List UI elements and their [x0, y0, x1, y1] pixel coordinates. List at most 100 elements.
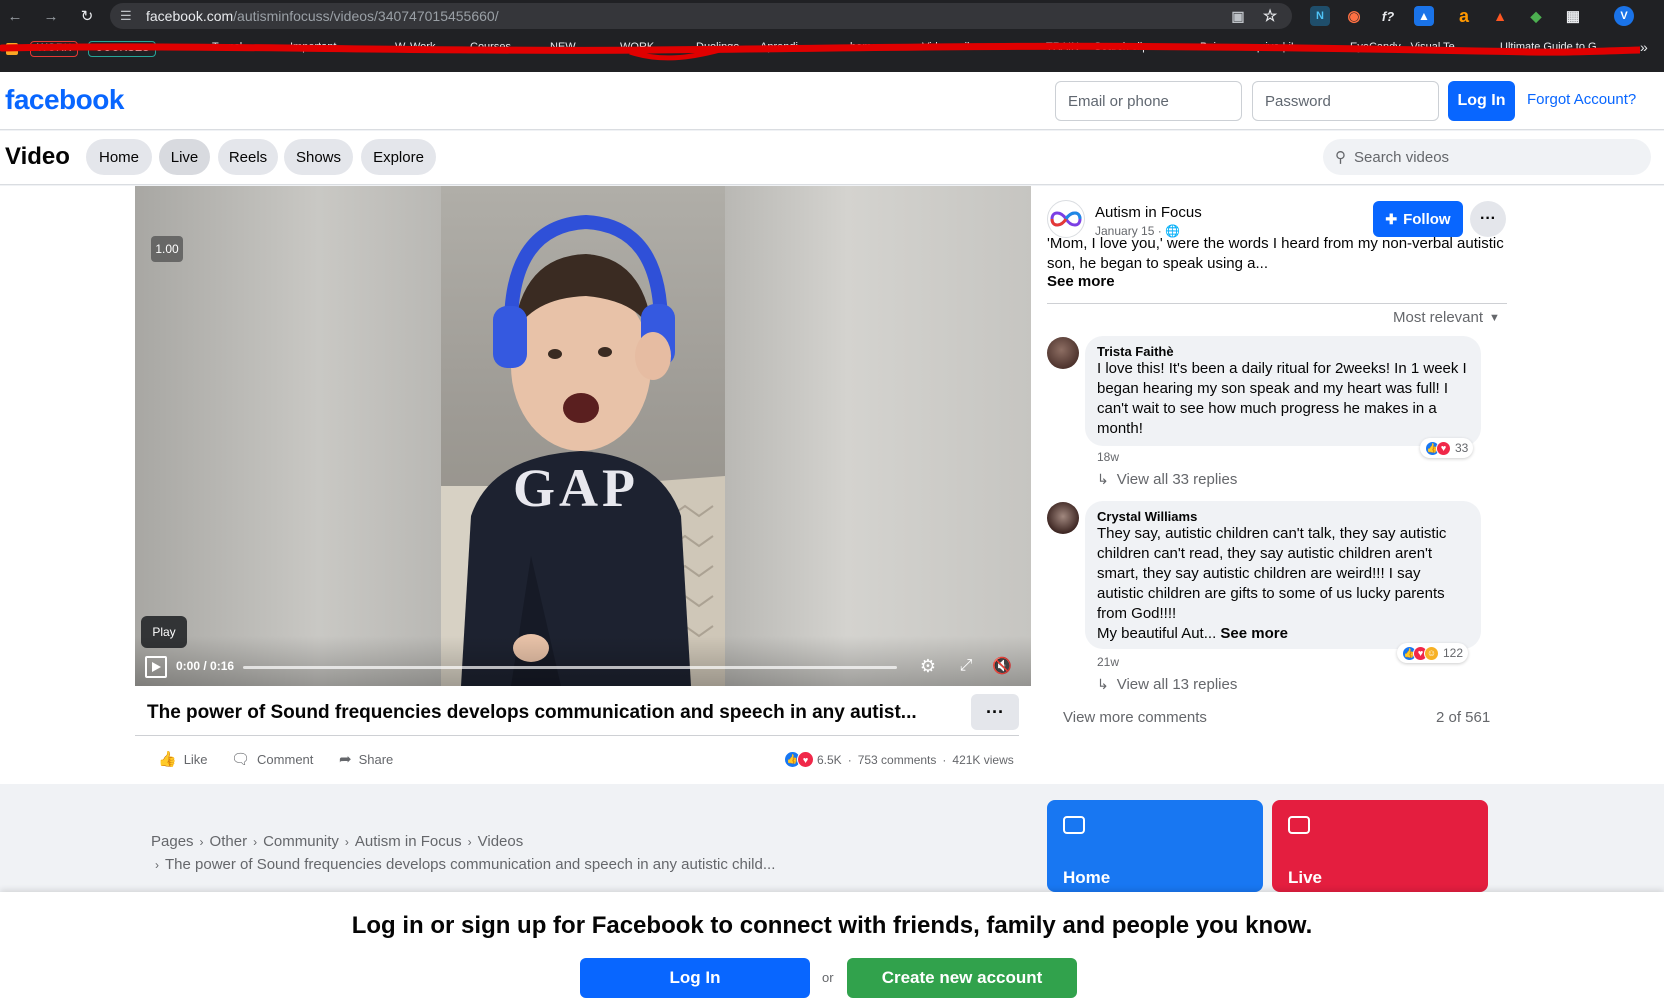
play-icon	[152, 662, 161, 672]
comment-text: They say, autistic children can't talk, …	[1097, 525, 1447, 622]
password-field[interactable]: Password	[1252, 81, 1439, 121]
like-button[interactable]: 👍 Like	[158, 750, 208, 768]
bookmarks-overflow-icon[interactable]: »	[1640, 39, 1648, 55]
commenter-avatar[interactable]	[1047, 502, 1079, 534]
settings-gear-icon[interactable]: ⚙	[917, 655, 939, 677]
fullscreen-icon[interactable]: ⤢	[955, 655, 977, 677]
comment-text: I love this! It's been a daily ritual fo…	[1097, 360, 1467, 437]
tab-reels[interactable]: Reels	[218, 139, 278, 175]
breadcrumb-chevron-icon: ›	[253, 835, 258, 849]
breadcrumb-item[interactable]: Pages	[151, 833, 194, 850]
comment-author[interactable]: Trista Faithè	[1097, 344, 1469, 359]
profile-avatar[interactable]: V	[1614, 6, 1634, 26]
comments-count[interactable]: 753 comments	[858, 753, 937, 767]
video-more-button[interactable]: ···	[971, 694, 1019, 730]
comment-age[interactable]: 21w	[1097, 655, 1119, 669]
extension-n-icon[interactable]: N	[1310, 6, 1330, 26]
comment-reactions[interactable]: 👍 ♥ ☺ 122	[1397, 643, 1469, 663]
login-button[interactable]: Log In	[1448, 81, 1515, 121]
video-player[interactable]: GAP 1.00 Play 0:00 / 0:16 ⚙ ⤢ 🔇	[135, 186, 1031, 686]
dot-separator: ·	[847, 752, 852, 767]
comment-author[interactable]: Crystal Williams	[1097, 509, 1469, 524]
extension-fx-icon[interactable]: f?	[1378, 6, 1398, 26]
comment-bubble: Crystal Williams They say, autistic chil…	[1085, 501, 1481, 649]
view-more-comments-link[interactable]: View more comments	[1063, 709, 1207, 726]
view-replies-link[interactable]: ↳ View all 33 replies	[1097, 471, 1237, 488]
chevron-down-icon: ▼	[1489, 311, 1500, 324]
install-app-icon[interactable]: ▣	[1228, 6, 1248, 26]
progress-bar[interactable]	[243, 666, 897, 669]
breadcrumb-current-text[interactable]: The power of Sound frequencies develops …	[165, 856, 775, 873]
thumbs-up-icon: 👍	[158, 751, 177, 768]
reload-icon[interactable]: ↻	[76, 5, 98, 27]
extension-flame-icon[interactable]: ▲	[1490, 6, 1510, 26]
address-bar[interactable]: ☰ facebook.com/autisminfocuss/videos/340…	[110, 3, 1292, 29]
love-reaction-icon: ♥	[797, 751, 814, 768]
comment-icon: 🗨	[231, 751, 251, 768]
bookmark-star-icon[interactable]: ☆	[1260, 6, 1280, 26]
breadcrumb-item[interactable]: Autism in Focus	[355, 833, 462, 850]
views-count: 421K views	[952, 752, 1014, 767]
reactions-count[interactable]: 6.5K	[817, 753, 842, 767]
comment-text-2: My beautiful Aut...	[1097, 625, 1217, 642]
live-tile[interactable]: Live	[1272, 800, 1488, 892]
see-more-link[interactable]: See more	[1047, 273, 1115, 290]
extension-shield-icon[interactable]: ▲	[1414, 6, 1434, 26]
home-tile[interactable]: Home	[1047, 800, 1263, 892]
follow-button[interactable]: ✚ Follow	[1373, 201, 1463, 237]
url-text[interactable]: facebook.com/autisminfocuss/videos/34074…	[146, 8, 499, 24]
home-tile-label: Home	[1063, 868, 1111, 887]
sort-comments-dropdown[interactable]: Most relevant ▼	[1393, 309, 1500, 326]
page-name[interactable]: Autism in Focus	[1095, 204, 1202, 221]
tab-shows[interactable]: Shows	[284, 139, 353, 175]
tab-live[interactable]: Live	[159, 139, 210, 175]
video-frame[interactable]: GAP	[441, 186, 725, 686]
video-title: The power of Sound frequencies develops …	[147, 702, 917, 723]
tab-explore[interactable]: Explore	[361, 139, 436, 175]
forgot-account-link[interactable]: Forgot Account?	[1527, 91, 1636, 108]
comment-bubble: Trista Faithè I love this! It's been a d…	[1085, 336, 1481, 446]
comment-age[interactable]: 18w	[1097, 450, 1119, 464]
email-field[interactable]: Email or phone	[1055, 81, 1242, 121]
playback-speed-badge[interactable]: 1.00	[151, 236, 183, 262]
post-more-button[interactable]: ···	[1470, 201, 1506, 237]
search-videos-input[interactable]: ⚲ Search videos	[1323, 139, 1651, 175]
comment-button[interactable]: 🗨 Comment	[231, 750, 313, 768]
login-banner: Log in or sign up for Facebook to connec…	[0, 892, 1664, 1005]
tab-home[interactable]: Home	[86, 139, 152, 175]
follow-label: Follow	[1403, 210, 1451, 228]
site-settings-icon[interactable]: ☰	[120, 8, 138, 24]
extensions-puzzle-icon[interactable]: ▦	[1563, 6, 1583, 26]
facebook-logo[interactable]: facebook	[5, 84, 124, 116]
play-button[interactable]	[145, 656, 167, 678]
commenter-avatar[interactable]	[1047, 337, 1079, 369]
view-replies-link[interactable]: ↳ View all 13 replies	[1097, 676, 1237, 693]
extension-color-icon[interactable]: ◆	[1526, 6, 1546, 26]
child-with-headphones-image: GAP	[441, 214, 725, 686]
extension-b-icon[interactable]: ◉	[1344, 6, 1364, 26]
reaction-count: 33	[1455, 441, 1469, 455]
comment-reactions[interactable]: 👍 ♥ 33	[1420, 438, 1474, 458]
breadcrumb-item[interactable]: Videos	[478, 833, 524, 850]
page-avatar[interactable]	[1047, 200, 1085, 238]
love-reaction-icon: ♥	[1436, 440, 1451, 456]
video-stats: 👍 ♥ 6.5K · 753 comments · 421K views	[784, 751, 1014, 768]
breadcrumb-item[interactable]: Other	[210, 833, 248, 850]
video-nav: Video Home Live Reels Shows Explore ⚲ Se…	[0, 131, 1664, 185]
extension-amazon-icon[interactable]: a	[1454, 6, 1474, 26]
reply-arrow-icon: ↳	[1097, 471, 1109, 487]
reaction-count: 122	[1443, 646, 1464, 660]
mute-icon[interactable]: 🔇	[991, 655, 1013, 677]
comment-label: Comment	[257, 751, 314, 767]
breadcrumb-item[interactable]: Community	[263, 833, 339, 850]
search-icon: ⚲	[1335, 149, 1346, 166]
forward-arrow-icon[interactable]: →	[40, 5, 62, 27]
back-arrow-icon[interactable]: ←	[4, 5, 26, 27]
search-placeholder: Search videos	[1354, 148, 1450, 166]
banner-login-button[interactable]: Log In	[580, 958, 810, 998]
create-account-button[interactable]: Create new account	[847, 958, 1077, 998]
comment-see-more-link[interactable]: See more	[1220, 625, 1288, 642]
share-label: Share	[358, 751, 394, 767]
replies-label: View all 33 replies	[1116, 471, 1238, 488]
share-button[interactable]: ➦ Share	[339, 750, 393, 768]
